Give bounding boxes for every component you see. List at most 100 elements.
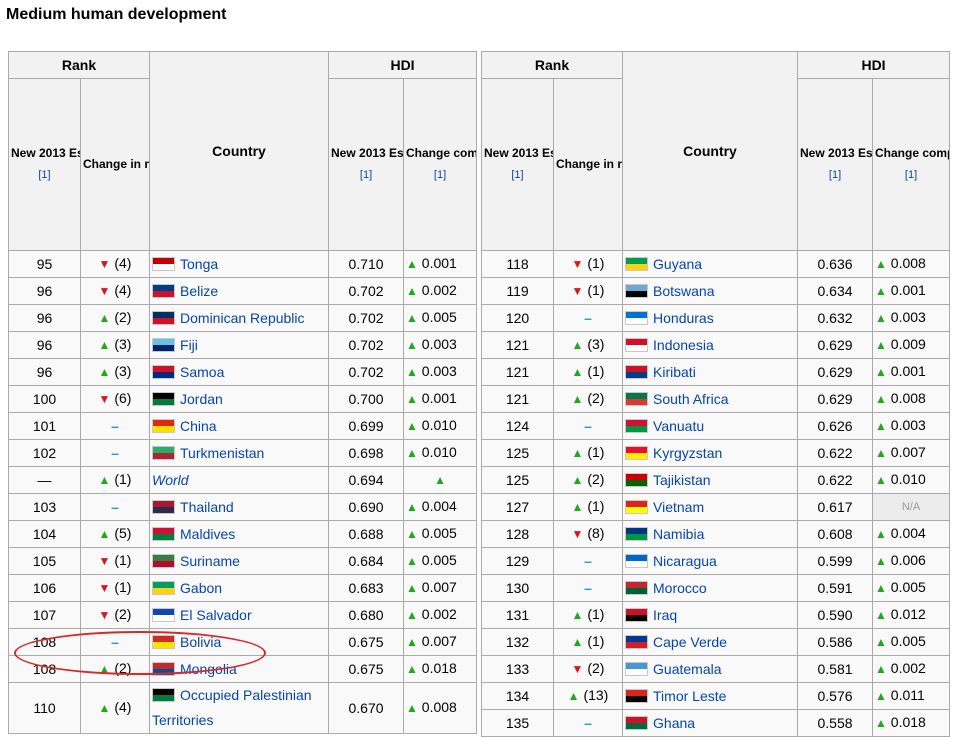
hdi-value-cell: 0.629 (797, 358, 874, 386)
rank-change-value: (3) (114, 336, 132, 352)
country-link-samoa[interactable]: Samoa (180, 364, 224, 380)
country-cell: Nicaragua (622, 547, 799, 575)
rank-change-header[interactable]: Change in rank between 2013 report to 20… (79, 78, 151, 251)
country-link-fiji[interactable]: Fiji (180, 337, 198, 353)
flag-vietnam-icon (625, 499, 649, 514)
country-column-header[interactable]: Country (622, 51, 799, 251)
country-link-tonga[interactable]: Tonga (180, 256, 218, 272)
dash-icon: – (584, 579, 592, 596)
hdi-value-cell: 0.626 (797, 412, 874, 440)
footnote-link[interactable]: [1] (434, 169, 446, 181)
country-link-guyana[interactable]: Guyana (653, 256, 702, 272)
rank-cell: 103 (8, 493, 81, 521)
table-row: 121 ▲ (1) Kiribati 0.629 ▲ 0.001 (481, 358, 951, 386)
country-link-suriname[interactable]: Suriname (180, 553, 240, 569)
footnote-link[interactable]: [1] (511, 169, 523, 181)
hdi-change-value: 0.002 (421, 606, 457, 622)
rank-cell: 129 (481, 547, 554, 575)
table-row: 104 ▲ (5) Maldives 0.688 ▲ 0.005 (8, 520, 478, 548)
rank-change-value: (1) (587, 498, 605, 514)
rank-change-cell: ▲ (1) (552, 439, 624, 467)
up-arrow-icon: ▲ (406, 392, 418, 406)
up-arrow-icon: ▲ (875, 365, 887, 379)
page-title: Medium human development (6, 6, 227, 23)
rank-cell: 132 (481, 628, 554, 656)
up-arrow-icon: ▲ (875, 284, 887, 298)
rank-change-cell: – (552, 574, 624, 602)
down-arrow-icon: ▼ (98, 581, 111, 595)
table-row: 125 ▲ (1) Kyrgyzstan 0.622 ▲ 0.007 (481, 439, 951, 467)
country-link-tajikistan[interactable]: Tajikistan (653, 472, 711, 488)
hdi-estimates-header[interactable]: New 2013 Estimates for 2012[1] (797, 78, 874, 251)
country-link-ghana[interactable]: Ghana (653, 715, 695, 731)
down-arrow-icon: ▼ (571, 257, 584, 271)
country-link-guatemala[interactable]: Guatemala (653, 661, 721, 677)
country-link-namibia[interactable]: Namibia (653, 526, 704, 542)
country-link-gabon[interactable]: Gabon (180, 580, 222, 596)
country-link-south-africa[interactable]: South Africa (653, 391, 729, 407)
country-link-timor-leste[interactable]: Timor Leste (653, 688, 726, 704)
footnote-link[interactable]: [1] (38, 169, 50, 181)
country-cell: Belize (149, 277, 330, 305)
hdi-value-cell: 0.680 (328, 601, 405, 629)
rank-cell: 130 (481, 574, 554, 602)
country-link-iraq[interactable]: Iraq (653, 607, 677, 623)
hdi-change-cell: ▲ 0.004 (403, 493, 478, 521)
country-link-world[interactable]: World (152, 472, 189, 488)
hdi-change-value: 0.012 (890, 606, 926, 622)
country-link-nicaragua[interactable]: Nicaragua (653, 553, 717, 569)
footnote-link[interactable]: [1] (829, 169, 841, 181)
rank-group-header: Rank (480, 51, 624, 79)
hdi-value-cell: 0.702 (328, 331, 405, 359)
hdi-change-cell: ▲ 0.008 (872, 385, 951, 413)
country-link-dominican-republic[interactable]: Dominican Republic (180, 310, 305, 326)
hdi-estimates-header[interactable]: New 2013 Estimates for 2012[1] (328, 78, 405, 251)
country-link-maldives[interactable]: Maldives (180, 526, 235, 542)
rank-change-cell: ▲ (1) (79, 466, 151, 494)
up-arrow-icon: ▲ (875, 257, 887, 271)
table-row: 130 – Morocco 0.591 ▲ 0.005 (481, 574, 951, 602)
country-link-belize[interactable]: Belize (180, 283, 218, 299)
rank-change-header[interactable]: Change in rank between 2013 report to 20… (552, 78, 624, 251)
footnote-link[interactable]: [1] (905, 169, 917, 181)
table-row: 133 ▼ (2) Guatemala 0.581 ▲ 0.002 (481, 655, 951, 683)
country-link-botswana[interactable]: Botswana (653, 283, 714, 299)
country-link-honduras[interactable]: Honduras (653, 310, 714, 326)
new-estimates-header[interactable]: New 2013 Estimates for 2012[1] (481, 78, 554, 251)
new-estimates-header[interactable]: New 2013 Estimates for 2012[1] (8, 78, 81, 251)
hdi-value-cell: 0.622 (797, 439, 874, 467)
rank-change-cell: ▼ (1) (552, 277, 624, 305)
hdi-change-value: 0.001 (421, 390, 457, 406)
country-link-morocco[interactable]: Morocco (653, 580, 707, 596)
country-column-header[interactable]: Country (149, 51, 330, 251)
table-row: 96 ▼ (4) Belize 0.702 ▲ 0.002 (8, 277, 478, 305)
country-link-vanuatu[interactable]: Vanuatu (653, 418, 704, 434)
country-link-cape-verde[interactable]: Cape Verde (653, 634, 727, 650)
country-link-kiribati[interactable]: Kiribati (653, 364, 696, 380)
footnote-link[interactable]: [1] (360, 169, 372, 181)
country-link-thailand[interactable]: Thailand (180, 499, 234, 515)
hdi-change-header[interactable]: Change compared between 2012 data and co… (403, 78, 478, 251)
country-link-occupied-palestinian-territories[interactable]: Occupied Palestinian Territories (152, 687, 312, 728)
country-link-china[interactable]: China (180, 418, 217, 434)
hdi-change-cell: ▲ 0.007 (872, 439, 951, 467)
table-row: 96 ▲ (3) Fiji 0.702 ▲ 0.003 (8, 331, 478, 359)
rank-change-value: (2) (587, 390, 605, 406)
country-link-el-salvador[interactable]: El Salvador (180, 607, 252, 623)
up-arrow-icon: ▲ (98, 527, 111, 541)
hdi-change-header[interactable]: Change compared between 2012 data and co… (872, 78, 951, 251)
country-cell: China (149, 412, 330, 440)
hdi-change-value: 0.007 (421, 579, 457, 595)
country-link-vietnam[interactable]: Vietnam (653, 499, 704, 515)
country-link-turkmenistan[interactable]: Turkmenistan (180, 445, 264, 461)
up-arrow-icon: ▲ (406, 500, 418, 514)
country-link-kyrgyzstan[interactable]: Kyrgyzstan (653, 445, 722, 461)
rank-change-cell: – (79, 493, 151, 521)
country-link-indonesia[interactable]: Indonesia (653, 337, 714, 353)
up-arrow-icon: ▲ (571, 608, 584, 622)
country-link-jordan[interactable]: Jordan (180, 391, 223, 407)
rank-change-value: (1) (587, 282, 605, 298)
hdi-value-cell: 0.608 (797, 520, 874, 548)
up-arrow-icon: ▲ (98, 338, 111, 352)
rank-change-value: (1) (114, 579, 132, 595)
